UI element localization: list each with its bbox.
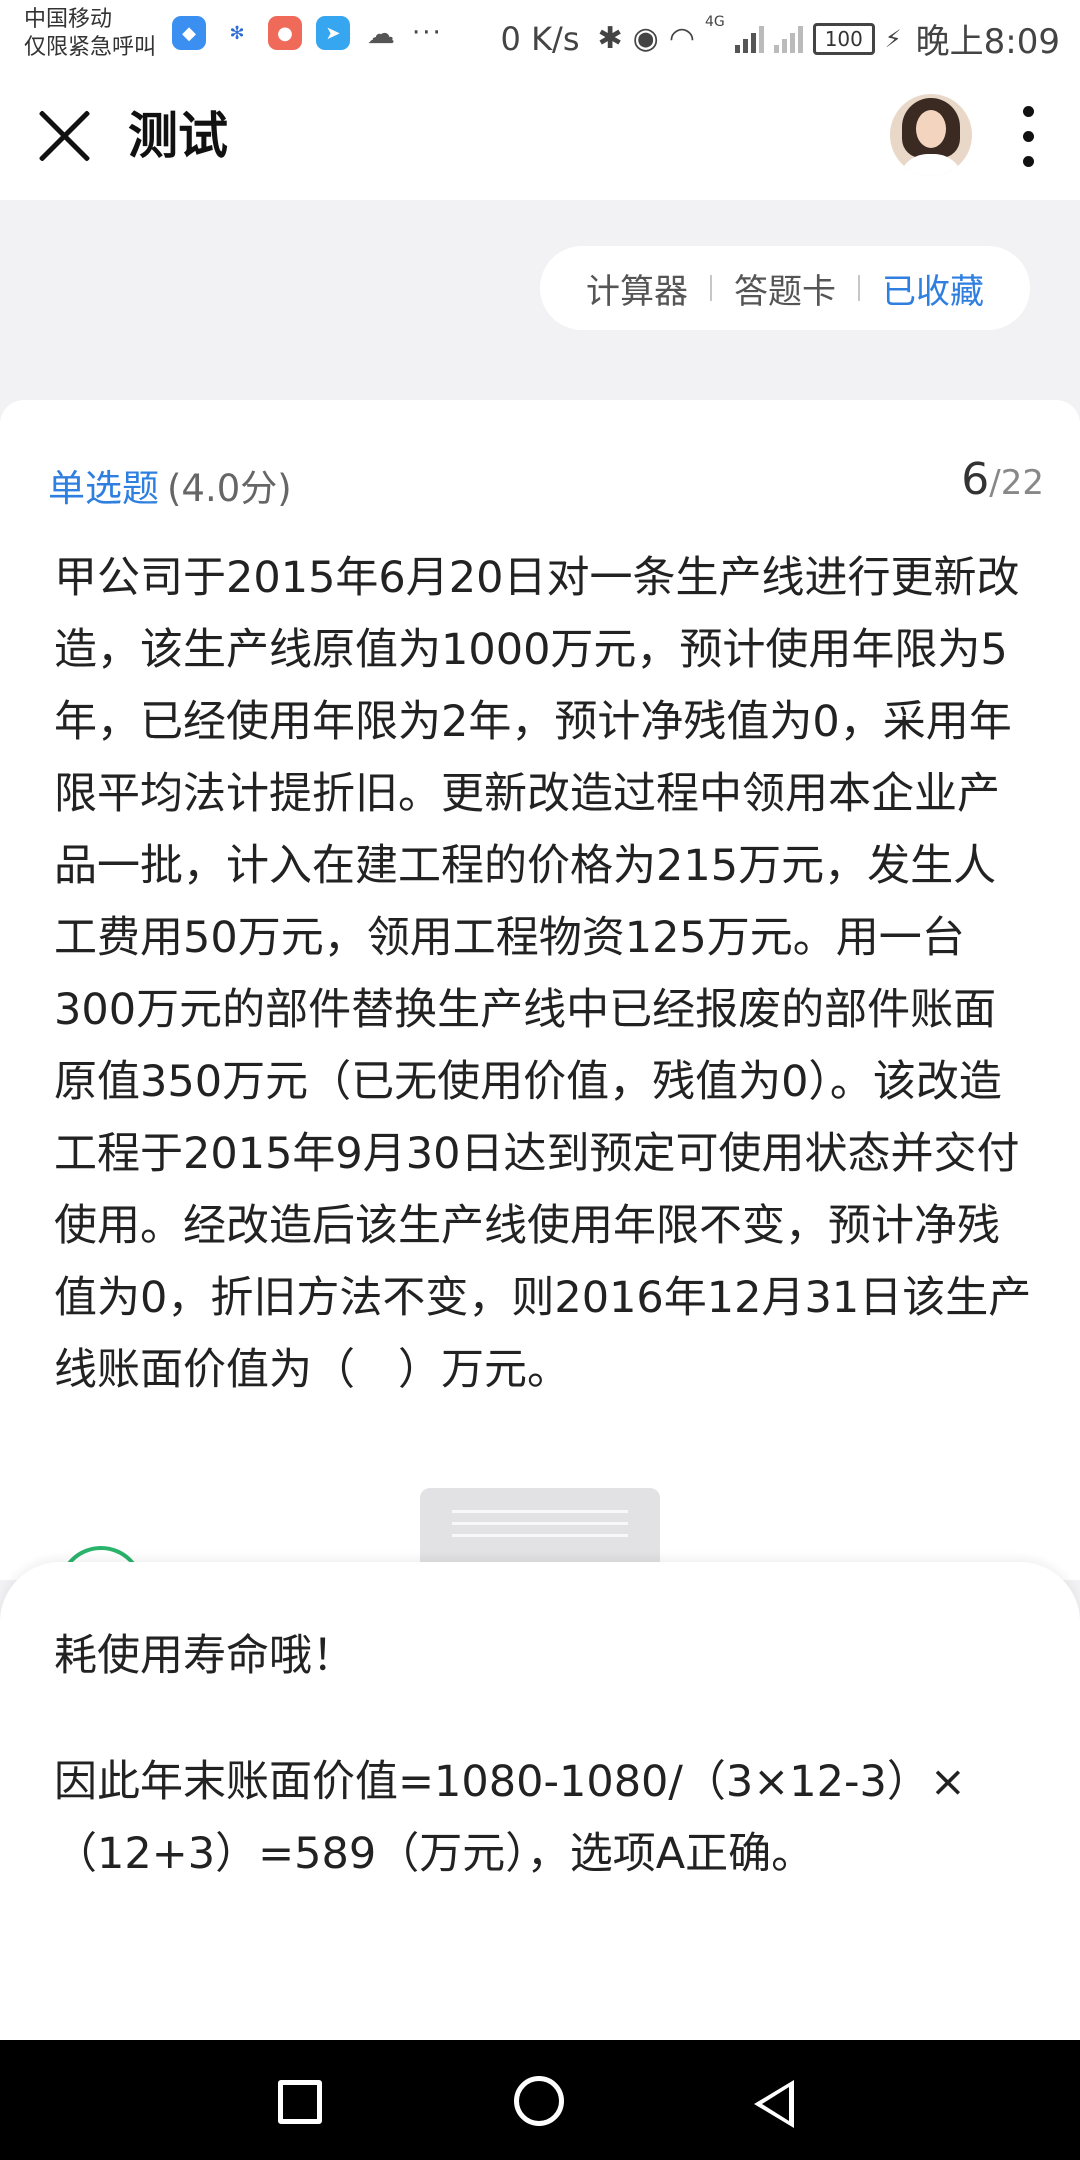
- avatar[interactable]: [890, 94, 972, 176]
- tools-bar: 计算器 答题卡 已收藏: [540, 246, 1030, 330]
- answer-card-button[interactable]: 答题卡: [734, 264, 836, 313]
- signal-icon: [734, 25, 764, 53]
- total-questions: /22: [989, 463, 1044, 503]
- signal-2-icon: [773, 25, 803, 53]
- battery-level: 100: [824, 26, 863, 51]
- wifi-icon: ◠: [668, 21, 696, 56]
- network-speed: 0 K/s: [500, 19, 580, 58]
- shield-app-icon: ◆: [172, 16, 206, 50]
- wechat-icon: ☁: [364, 16, 398, 50]
- divider: [858, 275, 860, 301]
- calculator-button[interactable]: 计算器: [586, 264, 688, 313]
- emergency-only: 仅限紧急呼叫: [24, 35, 157, 60]
- baidu-app-icon: ✻: [220, 16, 254, 50]
- analysis-text-line1: 耗使用寿命哦！: [54, 1631, 355, 1681]
- video-app-icon: ●: [268, 16, 302, 50]
- close-icon[interactable]: [34, 106, 94, 166]
- recent-apps-icon[interactable]: [278, 2080, 322, 2124]
- eye-comfort-icon: ◉: [632, 21, 659, 56]
- more-vertical-icon[interactable]: [1018, 100, 1038, 172]
- divider: [710, 275, 712, 301]
- question-score: (4.0分): [167, 467, 292, 510]
- question-text: 甲公司于2015年6月20日对一条生产线进行更新改造，该生产线原值为1000万元…: [54, 553, 1032, 1395]
- status-indicators: 0 K/s ✱ ◉ ◠ 4G 100 ⚡ 晚上8:09: [501, 14, 1060, 63]
- messenger-app-icon: ➤: [316, 16, 350, 50]
- back-icon[interactable]: [754, 2080, 794, 2128]
- network-type: 4G: [705, 14, 725, 30]
- home-icon[interactable]: [514, 2076, 564, 2126]
- current-question-number: 6: [961, 454, 990, 505]
- status-bar: 中国移动 仅限紧急呼叫 ◆ ✻ ● ➤ ☁ ··· 0 K/s ✱ ◉ ◠ 4G…: [0, 0, 1080, 72]
- system-nav-bar: [0, 2040, 1080, 2160]
- analysis-sheet: 耗使用寿命哦！ 因此年末账面价值=1080-1080/（3×12-3）×（12+…: [0, 1562, 1080, 2042]
- charging-icon: ⚡: [884, 24, 902, 53]
- battery-icon: 100: [812, 22, 875, 55]
- bluetooth-icon: ✱: [597, 21, 623, 56]
- notification-icons: ◆ ✻ ● ➤ ☁ ···: [172, 16, 443, 50]
- question-kind: 单选题: [48, 467, 159, 510]
- more-notifications-icon: ···: [412, 18, 443, 48]
- page-title: 测试: [128, 107, 228, 165]
- question-card: 单选题 (4.0分) 6/22 甲公司于2015年6月20日对一条生产线进行更新改…: [0, 400, 1080, 1632]
- carrier-name: 中国移动: [24, 7, 113, 32]
- app-header: 测试: [0, 72, 1080, 200]
- favorite-button[interactable]: 已收藏: [882, 264, 984, 313]
- clock: 晚上8:09: [915, 22, 1060, 62]
- question-progress: 6/22: [961, 454, 1044, 505]
- question-type: 单选题 (4.0分): [48, 458, 292, 512]
- carrier-info: 中国移动 仅限紧急呼叫: [24, 6, 156, 62]
- analysis-text-line2: 因此年末账面价值=1080-1080/（3×12-3）×（12+3）=589（万…: [54, 1757, 966, 1879]
- drag-handle[interactable]: [420, 1488, 660, 1568]
